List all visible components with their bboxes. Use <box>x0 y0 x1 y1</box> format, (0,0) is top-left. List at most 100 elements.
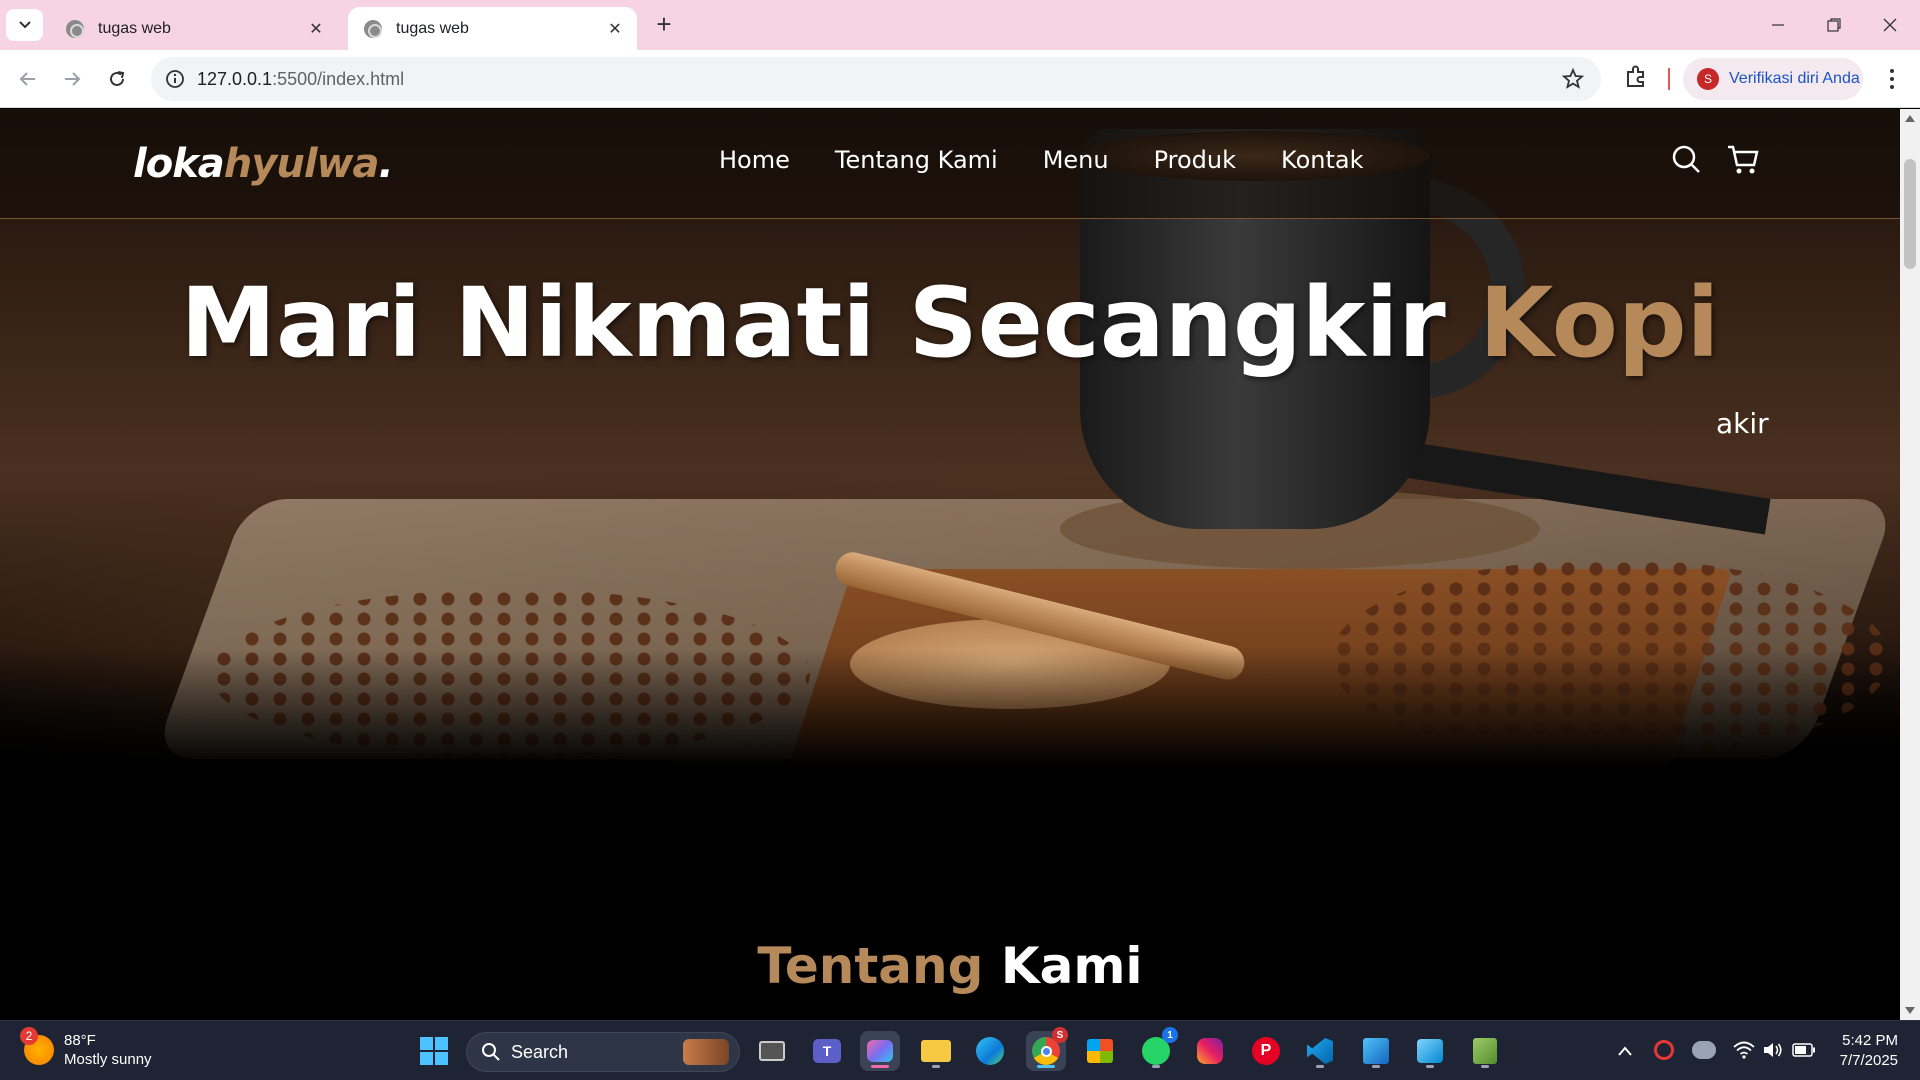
start-button[interactable] <box>414 1031 454 1071</box>
url-text[interactable]: 127.0.0.1:5500/index.html <box>197 69 404 90</box>
new-tab-button[interactable]: + <box>650 10 678 38</box>
nav-link-produk[interactable]: Produk <box>1154 146 1236 174</box>
globe-icon <box>364 19 382 38</box>
forward-button[interactable] <box>56 63 88 95</box>
search-icon <box>482 1043 500 1061</box>
scroll-down-arrow-icon[interactable] <box>1905 1007 1915 1014</box>
arrow-right-icon <box>65 72 81 86</box>
extensions-icon[interactable] <box>1622 63 1650 91</box>
weather-badge: 2 <box>20 1027 38 1045</box>
logo-dot: . <box>378 141 393 187</box>
copilot-icon[interactable] <box>860 1031 900 1071</box>
logo-accent-text: hyulwa <box>223 141 380 187</box>
minimize-icon <box>1772 24 1784 26</box>
close-tab-icon[interactable]: ✕ <box>306 19 326 39</box>
tab-1[interactable]: tugas web ✕ <box>50 7 338 50</box>
nav-link-home[interactable]: Home <box>719 146 790 174</box>
page-scrollbar[interactable] <box>1900 109 1920 1020</box>
profile-label: Verifikasi diri Anda <box>1729 70 1860 87</box>
windows-taskbar: 2 88°F Mostly sunny Search T S 1 P 5:42 P… <box>0 1020 1920 1080</box>
search-highlight-icon <box>683 1039 729 1065</box>
chevron-down-icon <box>18 21 31 29</box>
nav-links: Home Tentang Kami Menu Produk Kontak <box>719 146 1363 174</box>
clock-time: 5:42 PM <box>1842 1032 1898 1049</box>
hero-subtitle-fragment: akir <box>1716 407 1769 440</box>
task-view-icon[interactable] <box>752 1031 792 1071</box>
volume-icon[interactable] <box>1762 1041 1784 1059</box>
chrome-icon[interactable]: S <box>1026 1027 1068 1071</box>
battery-icon[interactable] <box>1792 1043 1816 1057</box>
address-bar[interactable]: 127.0.0.1:5500/index.html <box>151 57 1601 101</box>
hero-title-main: Mari Nikmati Secangkir <box>180 267 1446 379</box>
weather-desc: Mostly sunny <box>64 1051 152 1068</box>
whatsapp-icon[interactable]: 1 <box>1136 1027 1178 1071</box>
close-icon <box>1883 18 1897 32</box>
wifi-icon[interactable] <box>1733 1041 1755 1059</box>
arrow-left-icon <box>19 72 35 86</box>
hero-title-accent: Kopi <box>1479 267 1720 379</box>
tab-2[interactable]: tugas web ✕ <box>348 7 637 50</box>
tab-strip: tugas web ✕ tugas web ✕ + <box>0 0 1920 50</box>
globe-icon <box>66 19 84 38</box>
scrollbar-thumb[interactable] <box>1904 159 1916 269</box>
weather-temp: 88°F <box>64 1032 96 1049</box>
tab-title: tugas web <box>98 19 171 37</box>
chevron-up-icon[interactable] <box>1617 1045 1633 1057</box>
microsoft-store-icon[interactable] <box>1080 1031 1120 1071</box>
shopping-cart-icon[interactable] <box>1726 143 1760 177</box>
teams-icon[interactable]: T <box>807 1031 847 1071</box>
restore-button[interactable] <box>1806 8 1862 42</box>
system-clock[interactable]: 5:42 PM 7/7/2025 <box>1838 1031 1898 1071</box>
search-label: Search <box>511 1041 569 1062</box>
about-title-main: Kami <box>1000 937 1143 995</box>
pinterest-icon[interactable]: P <box>1246 1031 1286 1071</box>
nav-link-menu[interactable]: Menu <box>1043 146 1109 174</box>
profile-button[interactable]: S Verifikasi diri Anda <box>1683 58 1863 100</box>
scroll-up-arrow-icon[interactable] <box>1905 115 1915 122</box>
search-icon[interactable] <box>1670 143 1702 175</box>
chrome-badge: S <box>1052 1027 1068 1043</box>
whatsapp-badge: 1 <box>1162 1027 1178 1043</box>
sun-icon: 2 <box>20 1027 54 1065</box>
restore-icon <box>1827 18 1841 32</box>
back-button[interactable] <box>12 63 44 95</box>
edge-icon[interactable] <box>970 1031 1010 1071</box>
reload-button[interactable] <box>101 63 133 95</box>
browser-toolbar: 127.0.0.1:5500/index.html S Verifikasi d… <box>0 50 1920 108</box>
nav-link-kontak[interactable]: Kontak <box>1281 146 1363 174</box>
site-logo[interactable]: lokahyulwa. <box>133 141 394 187</box>
avatar: S <box>1697 68 1719 90</box>
site-navbar: lokahyulwa. Home Tentang Kami Menu Produ… <box>0 109 1900 219</box>
minimize-button[interactable] <box>1750 8 1806 42</box>
security-tray-icon[interactable] <box>1654 1040 1674 1060</box>
about-title-accent: Tentang <box>757 937 984 995</box>
toolbar-divider <box>1668 68 1670 90</box>
hero-fade <box>0 649 1900 769</box>
tab-title: tugas web <box>396 19 469 37</box>
logo-text: loka <box>133 141 225 187</box>
reload-icon <box>110 71 125 86</box>
notepad-icon[interactable] <box>1465 1031 1505 1071</box>
clock-date: 7/7/2025 <box>1839 1052 1898 1069</box>
windows-logo-icon <box>420 1037 448 1065</box>
onedrive-icon[interactable] <box>1692 1041 1716 1059</box>
weather-widget[interactable]: 2 88°F Mostly sunny <box>20 1027 152 1069</box>
tab-search-button[interactable] <box>6 9 43 41</box>
taskbar-search[interactable]: Search <box>466 1032 740 1072</box>
about-section-title: Tentang Kami <box>0 937 1900 995</box>
close-window-button[interactable] <box>1862 8 1918 42</box>
instagram-icon[interactable] <box>1190 1031 1230 1071</box>
page-viewport: lokahyulwa. Home Tentang Kami Menu Produ… <box>0 109 1900 1020</box>
url-host: 127.0.0.1 <box>197 69 273 89</box>
close-tab-icon[interactable]: ✕ <box>605 19 625 39</box>
vscode-icon[interactable] <box>1300 1031 1340 1071</box>
url-path: :5500/index.html <box>272 69 405 89</box>
bookmark-star-icon[interactable] <box>1561 67 1585 91</box>
browser-menu-button[interactable] <box>1880 63 1904 95</box>
info-icon[interactable] <box>165 69 185 89</box>
photos-app-icon[interactable] <box>1410 1031 1450 1071</box>
hero-title: Mari Nikmati Secangkir Kopi <box>0 267 1900 379</box>
file-explorer-icon[interactable] <box>916 1031 956 1071</box>
remote-desktop-icon[interactable] <box>1356 1031 1396 1071</box>
nav-link-tentang-kami[interactable]: Tentang Kami <box>835 146 998 174</box>
